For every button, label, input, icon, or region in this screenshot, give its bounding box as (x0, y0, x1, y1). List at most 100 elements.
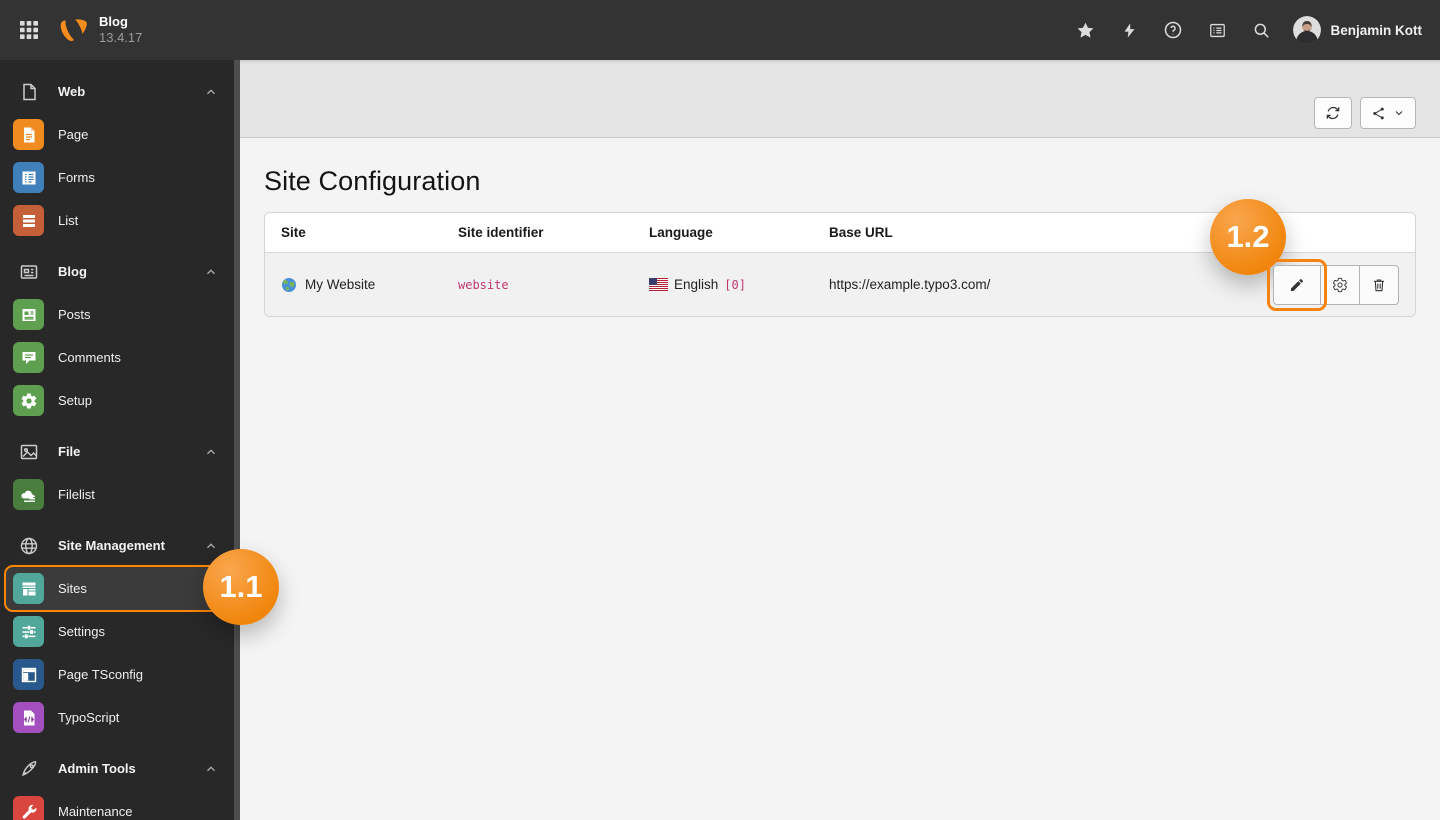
column-header-site-identifier: Site identifier (458, 225, 544, 240)
sidebar-item-label: Forms (58, 170, 95, 185)
globe-site-icon (281, 277, 297, 293)
forms-module-icon (13, 162, 44, 193)
chevron-up-icon (204, 445, 218, 459)
chevron-down-icon (1393, 107, 1405, 119)
sidebar-item-label: List (58, 213, 79, 228)
site-title-block: Blog 13.4.17 (99, 14, 142, 47)
module-group-label: Blog (58, 264, 87, 279)
search-button[interactable] (1241, 10, 1281, 50)
sidebar-item-label: Comments (58, 350, 121, 365)
typoscript-module-icon (13, 702, 44, 733)
setup-module-icon (13, 385, 44, 416)
module-group-file: File Filelist (0, 430, 240, 516)
pencil-icon (1289, 277, 1305, 293)
sidebar-item-setup[interactable]: Setup (6, 379, 232, 422)
sidebar-item-page[interactable]: Page (6, 113, 232, 156)
posts-module-icon (13, 299, 44, 330)
share-button[interactable] (1360, 97, 1416, 129)
sidebar-item-forms[interactable]: Forms (6, 156, 232, 199)
module-group-web: Web Page Forms List (0, 70, 240, 242)
avatar (1293, 16, 1322, 44)
language-name: English (674, 277, 719, 292)
sidebar-item-label: Sites (58, 581, 87, 596)
typo3-backend: Blog 13.4.17 Benjamin Kott Web Page Form… (0, 0, 1440, 820)
gear-icon (1332, 277, 1348, 293)
site-name: My Website (305, 277, 376, 292)
trash-icon (1371, 277, 1387, 293)
row-action-buttons (1267, 258, 1399, 311)
annotation-badge-1-1: 1.1 (203, 549, 279, 625)
sidebar-item-label: Maintenance (58, 804, 133, 819)
sidebar-item-sites[interactable]: Sites (6, 567, 232, 610)
module-group-admin-tools: Admin Tools Maintenance (0, 747, 240, 820)
user-menu[interactable]: Benjamin Kott (1293, 16, 1422, 44)
bolt-icon (1121, 21, 1138, 40)
docheader (240, 60, 1440, 138)
sidebar-item-label: Page (58, 127, 89, 142)
bookmarks-button[interactable] (1065, 10, 1105, 50)
site-name: Blog (99, 13, 128, 29)
delete-button[interactable] (1359, 264, 1399, 305)
us-flag-icon (649, 278, 668, 291)
sidebar-item-label: TypoScript (58, 710, 120, 725)
clear-cache-button[interactable] (1109, 10, 1149, 50)
sidebar-item-label: Page TSconfig (58, 667, 144, 682)
list-panel-icon (1208, 21, 1227, 40)
module-group-label: Web (58, 84, 86, 99)
sidebar-item-label: Settings (58, 624, 105, 639)
sidebar-item-maintenance[interactable]: Maintenance (6, 790, 232, 820)
list-module-icon (13, 205, 44, 236)
globe-icon (13, 536, 45, 556)
language-cell: English [0] (633, 277, 813, 292)
module-menu: Web Page Forms List Blog Posts Comments … (0, 60, 240, 820)
module-group-header-web[interactable]: Web (6, 70, 232, 113)
rocket-icon (13, 759, 45, 779)
question-circle-icon (1163, 20, 1183, 40)
module-group-blog: Blog Posts Comments Setup (0, 250, 240, 422)
username: Benjamin Kott (1330, 22, 1422, 38)
sidebar-item-label: Setup (58, 393, 92, 408)
site-settings-button[interactable] (1320, 264, 1360, 305)
sidebar-item-filelist[interactable]: Filelist (6, 473, 232, 516)
image-icon (13, 442, 45, 462)
refresh-button[interactable] (1314, 97, 1352, 129)
sidebar-item-comments[interactable]: Comments (6, 336, 232, 379)
sidebar-item-posts[interactable]: Posts (6, 293, 232, 336)
module-group-header-file[interactable]: File (6, 430, 232, 473)
topbar: Blog 13.4.17 Benjamin Kott (0, 0, 1440, 60)
module-group-header-blog[interactable]: Blog (6, 250, 232, 293)
help-button[interactable] (1153, 10, 1193, 50)
sidebar-item-typoscript[interactable]: TypoScript (6, 696, 232, 739)
app-grid-icon (19, 20, 39, 40)
sidebar-item-page-tsconfig[interactable]: Page TSconfig (6, 653, 232, 696)
typo3-version: 13.4.17 (99, 30, 143, 45)
module-group-header-site-management[interactable]: Site Management (6, 524, 232, 567)
topbar-left: Blog 13.4.17 (0, 0, 142, 60)
sidebar-item-list[interactable]: List (6, 199, 232, 242)
module-group-label: Admin Tools (58, 761, 136, 776)
module-menu-toggle-button[interactable] (9, 10, 49, 50)
docheader-buttons (1314, 97, 1416, 129)
edit-button[interactable] (1273, 264, 1321, 305)
sidebar-item-label: Filelist (58, 487, 95, 502)
web-document-icon (13, 82, 45, 102)
topbar-toolbar: Benjamin Kott (1065, 10, 1440, 50)
module-menu-scrollbar[interactable] (234, 60, 240, 820)
module-group-header-admin-tools[interactable]: Admin Tools (6, 747, 232, 790)
site-identifier: website (458, 277, 509, 292)
sidebar-item-label: Posts (58, 307, 91, 322)
search-icon (1252, 21, 1271, 40)
page-module-icon (13, 119, 44, 150)
column-header-base-url: Base URL (829, 225, 893, 240)
sidebar-item-settings[interactable]: Settings (6, 610, 232, 653)
maintenance-module-icon (13, 796, 44, 820)
column-header-site: Site (281, 225, 306, 240)
module-group-label: File (58, 444, 81, 459)
sites-module-icon (13, 573, 44, 604)
module-group-site-management: Site Management Sites Settings Page TSco… (0, 524, 240, 739)
base-url-cell: https://example.typo3.com/ (813, 277, 1219, 292)
star-icon (1076, 21, 1095, 40)
page-title: Site Configuration (264, 166, 481, 196)
system-information-button[interactable] (1197, 10, 1237, 50)
module-content: Site Configuration Site Site identifier … (240, 60, 1440, 820)
